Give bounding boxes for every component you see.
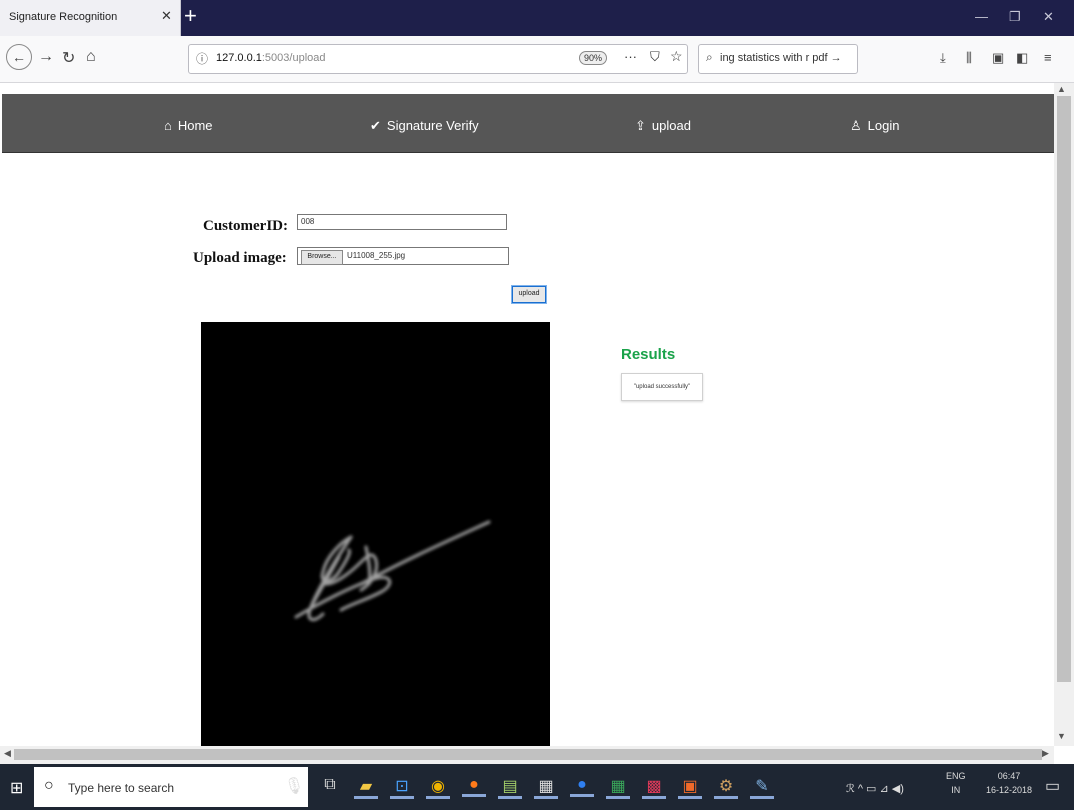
- windows-start-icon[interactable]: ⊞: [10, 778, 23, 798]
- scroll-up-icon[interactable]: ▲: [1057, 84, 1066, 94]
- cortana-icon: ○: [44, 777, 54, 794]
- nav-signature-verify-link[interactable]: ✔ Signature Verify: [370, 118, 479, 134]
- url-text[interactable]: 127.0.0.1:5003/upload: [216, 52, 326, 64]
- tab-title: Signature Recognition: [9, 11, 118, 23]
- download-icon[interactable]: ⤓: [940, 50, 946, 66]
- notepad-icon[interactable]: ▤: [498, 776, 522, 799]
- customer-id-label: CustomerID:: [203, 218, 288, 234]
- tab-close-icon[interactable]: ✕: [161, 8, 172, 24]
- python-app-icon[interactable]: ●: [570, 776, 594, 797]
- powerpoint-icon[interactable]: ▣: [678, 776, 702, 799]
- mail-app-icon[interactable]: ▩: [642, 776, 666, 799]
- site-info-icon[interactable]: ⓘ: [196, 50, 208, 67]
- notification-icon[interactable]: ▭: [1045, 776, 1060, 796]
- results-message: "upload successfully": [621, 373, 703, 401]
- page-actions-icon[interactable]: ···: [624, 49, 637, 64]
- task-view-icon[interactable]: ⧉: [318, 776, 342, 794]
- new-tab-button[interactable]: +: [184, 4, 197, 28]
- excel-icon[interactable]: ▦: [606, 776, 630, 799]
- taskbar-search-placeholder[interactable]: Type here to search: [68, 781, 174, 795]
- close-window-button[interactable]: ✕: [1043, 9, 1054, 25]
- horizontal-scroll-thumb[interactable]: [14, 749, 1042, 760]
- upload-image-label: Upload image:: [193, 250, 287, 266]
- clock-date: 16-12-2018: [986, 785, 1033, 795]
- results-heading: Results: [621, 346, 676, 363]
- back-icon[interactable]: ←: [6, 44, 32, 70]
- file-explorer-icon[interactable]: ▰: [354, 776, 378, 799]
- upload-icon: ⇪: [635, 118, 646, 133]
- scroll-left-icon[interactable]: ◀: [4, 748, 11, 759]
- signature-stroke-graphic: [294, 520, 491, 622]
- restore-button[interactable]: ❐: [1009, 9, 1021, 25]
- microphone-icon[interactable]: 🎙: [282, 776, 306, 796]
- library-icon[interactable]: ⫼: [966, 50, 972, 66]
- nav-login-link[interactable]: ♙ Login: [850, 118, 899, 134]
- clock[interactable]: 06:47 16-12-2018: [986, 769, 1032, 797]
- language-indicator[interactable]: ENG IN: [946, 769, 966, 797]
- customer-id-input[interactable]: 008: [297, 214, 507, 230]
- firefox-icon[interactable]: ●: [462, 776, 486, 797]
- home-browser-icon[interactable]: ⌂: [86, 48, 96, 66]
- home-icon: ⌂: [164, 118, 172, 133]
- sidebar-icon[interactable]: ◧: [1016, 50, 1028, 66]
- system-tray-icons[interactable]: ℛ ^ ▭ ⊿ ◀): [846, 782, 904, 795]
- zoom-level-badge[interactable]: 90%: [579, 51, 608, 65]
- check-circle-icon: ✔: [370, 118, 381, 133]
- clock-time: 06:47: [997, 771, 1021, 781]
- extension-icon[interactable]: ▣: [992, 50, 1004, 66]
- scroll-down-icon[interactable]: ▼: [1057, 731, 1066, 741]
- nav-home-link[interactable]: ⌂ Home: [164, 118, 213, 133]
- selected-file-name: U11008_255.jpg: [347, 251, 406, 260]
- search-icon: ⌕: [706, 50, 713, 64]
- forward-icon[interactable]: →: [38, 48, 54, 66]
- paint-icon[interactable]: ✎: [750, 776, 774, 799]
- language-code: ENG: [946, 771, 966, 781]
- upload-button[interactable]: upload: [512, 286, 546, 303]
- pocket-icon[interactable]: ⛉: [650, 49, 660, 65]
- search-text[interactable]: ing statistics with r pdf →: [720, 52, 842, 64]
- user-icon: ♙: [850, 118, 862, 133]
- region-code: IN: [951, 785, 961, 795]
- network-app-icon[interactable]: ⊡: [390, 776, 414, 799]
- menu-icon[interactable]: ≡: [1044, 50, 1052, 65]
- chrome-icon[interactable]: ◉: [426, 776, 450, 799]
- bookmark-star-icon[interactable]: ☆: [670, 48, 683, 65]
- app-settings-icon[interactable]: ⚙: [714, 776, 738, 799]
- nav-upload-link[interactable]: ⇪ upload: [635, 118, 691, 134]
- reload-icon[interactable]: ↻: [62, 48, 75, 68]
- vertical-scroll-thumb[interactable]: [1057, 96, 1071, 682]
- signature-image: [201, 322, 550, 750]
- calculator-icon[interactable]: ▦: [534, 776, 558, 799]
- minimize-button[interactable]: —: [975, 9, 988, 24]
- scroll-right-icon[interactable]: ▶: [1042, 748, 1049, 759]
- browse-button[interactable]: Browse...: [301, 250, 343, 265]
